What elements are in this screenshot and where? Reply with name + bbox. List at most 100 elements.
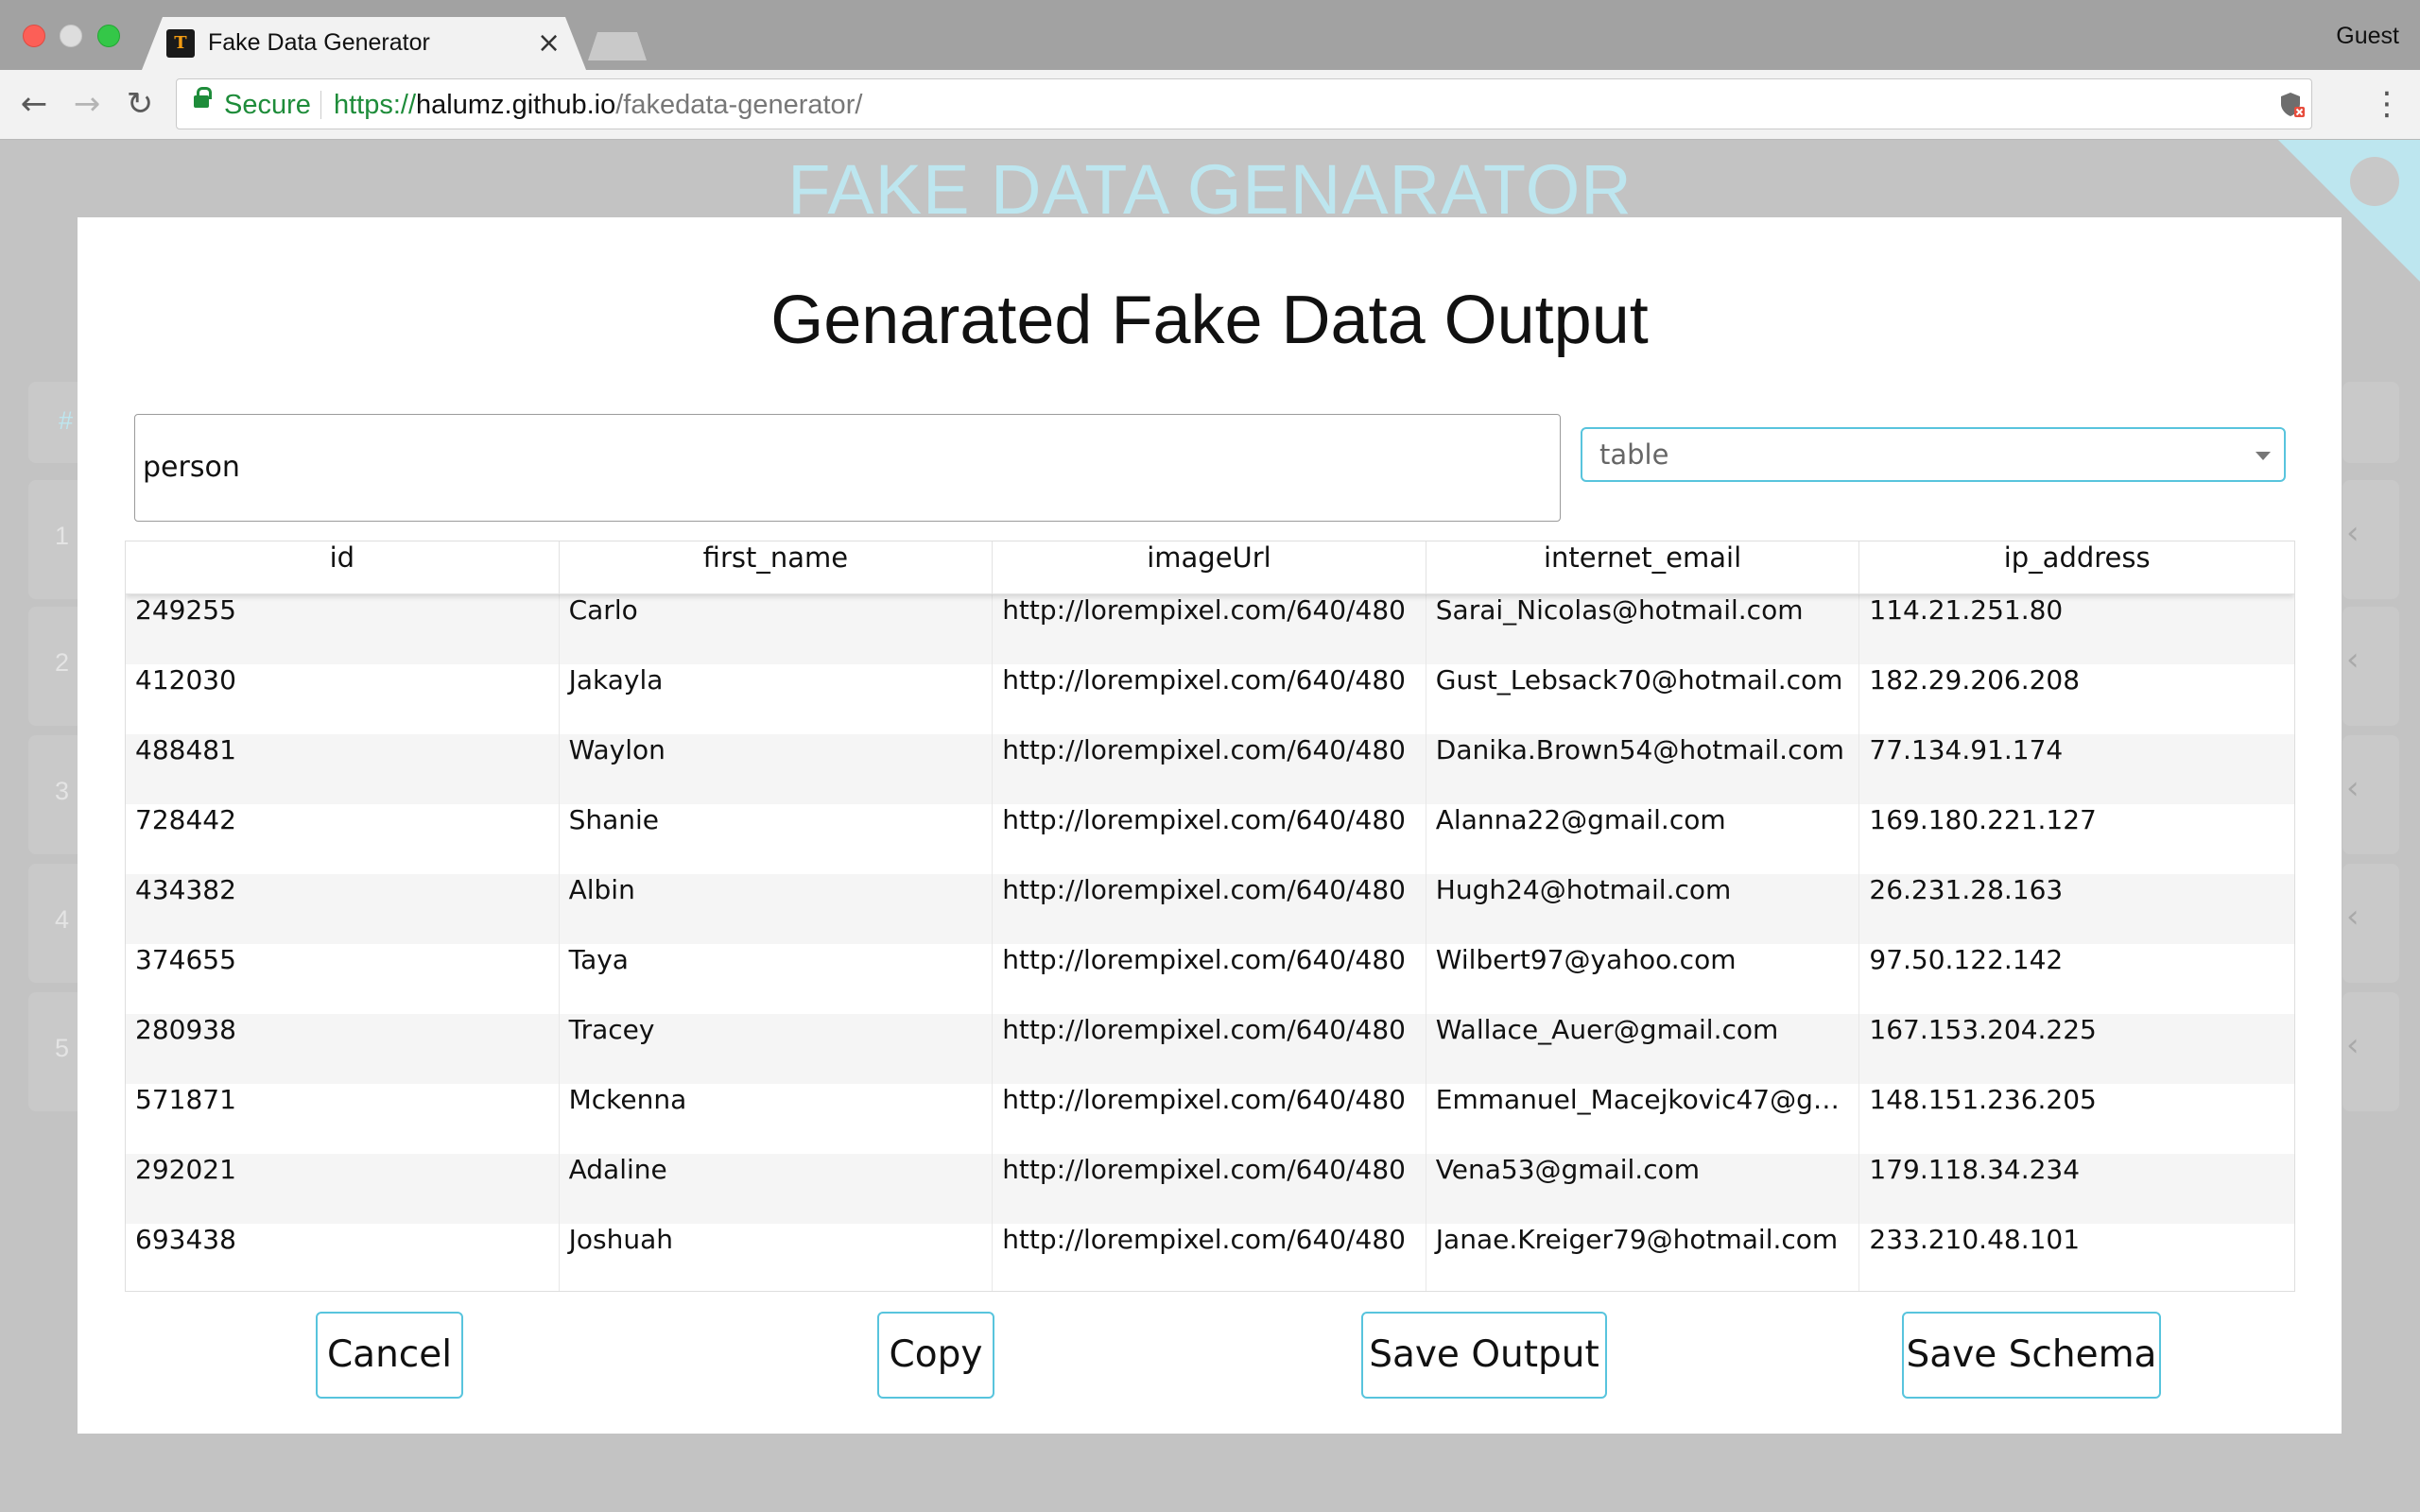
cell-first-name: Jakayla — [560, 664, 994, 734]
reload-icon[interactable]: ↻ — [121, 85, 159, 123]
save-output-button[interactable]: Save Output — [1361, 1312, 1607, 1399]
cell-first-name: Waylon — [560, 734, 994, 804]
cell-first-name: Carlo — [560, 594, 994, 664]
cell-internet-email: Gust_Lebsack70@hotmail.com — [1426, 664, 1860, 734]
table-row[interactable]: 488481 Waylon http://lorempixel.com/640/… — [126, 734, 2294, 804]
background-row-card-right: ‹ — [2342, 992, 2399, 1111]
forward-arrow-icon[interactable]: → — [68, 85, 106, 123]
copy-button[interactable]: Copy — [877, 1312, 994, 1399]
cell-image-url: http://lorempixel.com/640/480 — [993, 1154, 1426, 1224]
table-row[interactable]: 374655 Taya http://lorempixel.com/640/48… — [126, 944, 2294, 1014]
cell-internet-email: Wallace_Auer@gmail.com — [1426, 1014, 1860, 1084]
column-header-internet-email[interactable]: internet_email — [1426, 541, 1860, 594]
schema-name-input[interactable]: person — [134, 414, 1561, 522]
profile-label[interactable]: Guest — [2336, 23, 2399, 50]
chevron-left-icon: ‹ — [2346, 769, 2360, 807]
table-row[interactable]: 434382 Albin http://lorempixel.com/640/4… — [126, 874, 2294, 944]
cell-first-name: Joshuah — [560, 1224, 994, 1291]
cell-image-url: http://lorempixel.com/640/480 — [993, 1084, 1426, 1154]
browser-toolbar: ← → ↻ Secure https://halumz.github.io/fa… — [0, 70, 2420, 140]
cell-id: 280938 — [126, 1014, 560, 1084]
cell-image-url: http://lorempixel.com/640/480 — [993, 1224, 1426, 1291]
background-row-number: 3 — [55, 777, 70, 805]
background-row-card-right: ‹ — [2342, 607, 2399, 726]
cancel-button[interactable]: Cancel — [316, 1312, 463, 1399]
table-row[interactable]: 571871 Mckenna http://lorempixel.com/640… — [126, 1084, 2294, 1154]
cell-ip-address: 97.50.122.142 — [1869, 944, 2064, 975]
cell-ip-address: 179.118.34.234 — [1869, 1154, 2081, 1185]
cell-ip-address: 169.180.221.127 — [1869, 804, 2097, 835]
close-window-button[interactable] — [23, 25, 45, 47]
save-schema-button[interactable]: Save Schema — [1902, 1312, 2161, 1399]
cell-id: 374655 — [126, 944, 560, 1014]
cell-ip-address: 233.210.48.101 — [1869, 1224, 2081, 1255]
output-format-value: table — [1599, 438, 1669, 471]
table-row[interactable]: 412030 Jakayla http://lorempixel.com/640… — [126, 664, 2294, 734]
cell-internet-email: Emmanuel_Macejkovic47@gm... — [1426, 1084, 1860, 1154]
cell-ip-address: 148.151.236.205 — [1869, 1084, 2097, 1115]
security-label: Secure — [224, 90, 311, 120]
url-host: halumz.github.io — [416, 90, 616, 120]
background-row-card: 4 — [28, 864, 85, 983]
background-row-number: 1 — [55, 522, 70, 550]
cell-id: 249255 — [126, 594, 560, 664]
column-header-first-name[interactable]: first_name — [560, 541, 994, 594]
address-divider — [320, 91, 321, 119]
background-row-card: 2 — [28, 607, 85, 726]
column-header-id[interactable]: id — [126, 541, 560, 594]
cell-first-name: Tracey — [560, 1014, 994, 1084]
tab-title: Fake Data Generator — [208, 29, 430, 56]
maximize-window-button[interactable] — [97, 25, 120, 47]
cell-first-name: Mckenna — [560, 1084, 994, 1154]
cell-internet-email: Sarai_Nicolas@hotmail.com — [1426, 594, 1860, 664]
output-format-select[interactable]: table — [1581, 427, 2286, 482]
cell-internet-email: Wilbert97@yahoo.com — [1426, 944, 1860, 1014]
background-row-card: 3 — [28, 735, 85, 854]
cell-internet-email: Alanna22@gmail.com — [1426, 804, 1860, 874]
table-header: id first_name imageUrl internet_email ip… — [126, 541, 2294, 594]
url-text[interactable]: https://halumz.github.io/fakedata-genera… — [334, 90, 862, 121]
background-row-number: 2 — [55, 648, 70, 677]
cell-image-url: http://lorempixel.com/640/480 — [993, 734, 1426, 804]
cell-internet-email: Vena53@gmail.com — [1426, 1154, 1860, 1224]
address-bar[interactable]: Secure https://halumz.github.io/fakedata… — [176, 78, 2312, 129]
cell-id: 488481 — [126, 734, 560, 804]
extension-shield-icon[interactable] — [2279, 91, 2306, 119]
url-scheme: https:// — [334, 90, 417, 120]
background-row-number: 5 — [55, 1034, 70, 1062]
table-row[interactable]: 280938 Tracey http://lorempixel.com/640/… — [126, 1014, 2294, 1084]
new-tab-button[interactable] — [588, 32, 647, 60]
cell-first-name: Taya — [560, 944, 994, 1014]
cell-image-url: http://lorempixel.com/640/480 — [993, 1014, 1426, 1084]
cell-image-url: http://lorempixel.com/640/480 — [993, 594, 1426, 664]
minimize-window-button[interactable] — [60, 25, 82, 47]
modal-title: Genarated Fake Data Output — [770, 283, 1649, 358]
output-data-table: id first_name imageUrl internet_email ip… — [125, 541, 2295, 1292]
background-row-card: 1 — [28, 480, 85, 599]
table-row[interactable]: 728442 Shanie http://lorempixel.com/640/… — [126, 804, 2294, 874]
column-header-ip-address[interactable]: ip_address — [1859, 541, 2294, 594]
cell-internet-email: Danika.Brown54@hotmail.com — [1426, 734, 1860, 804]
octocat-icon — [2350, 157, 2399, 206]
background-row-number: 4 — [55, 905, 70, 934]
cell-ip-address: 167.153.204.225 — [1869, 1014, 2097, 1045]
cell-ip-address: 114.21.251.80 — [1869, 594, 2064, 626]
cell-id: 412030 — [126, 664, 560, 734]
table-body: 249255 Carlo http://lorempixel.com/640/4… — [126, 594, 2294, 1291]
chevron-left-icon: ‹ — [2346, 898, 2360, 936]
table-row[interactable]: 249255 Carlo http://lorempixel.com/640/4… — [126, 594, 2294, 664]
browser-tab-bar: T Fake Data Generator × Guest — [0, 0, 2420, 70]
cell-internet-email: Janae.Kreiger79@hotmail.com — [1426, 1224, 1860, 1291]
back-arrow-icon[interactable]: ← — [15, 85, 53, 123]
background-row-card-right: ‹ — [2342, 735, 2399, 854]
chevron-left-icon: ‹ — [2346, 1026, 2360, 1064]
cell-ip-address: 77.134.91.174 — [1869, 734, 2064, 765]
column-header-image-url[interactable]: imageUrl — [993, 541, 1426, 594]
tab-close-icon[interactable]: × — [537, 26, 561, 60]
cell-id: 571871 — [126, 1084, 560, 1154]
background-row-card-right: ‹ — [2342, 480, 2399, 599]
browser-menu-icon[interactable]: ⋮ — [2371, 85, 2403, 123]
browser-tab[interactable]: T Fake Data Generator × — [142, 17, 586, 70]
table-row[interactable]: 292021 Adaline http://lorempixel.com/640… — [126, 1154, 2294, 1224]
table-row[interactable]: 693438 Joshuah http://lorempixel.com/640… — [126, 1224, 2294, 1291]
